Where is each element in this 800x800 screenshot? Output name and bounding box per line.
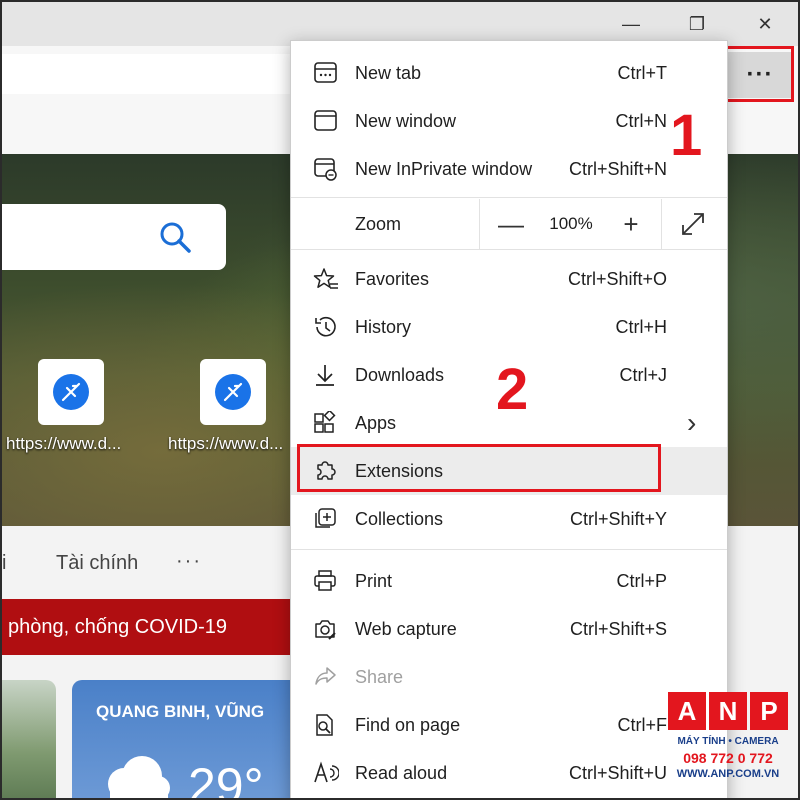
- menu-item-label: Apps: [355, 413, 397, 433]
- menu-item-share[interactable]: Share: [291, 653, 727, 701]
- logo-tagline: MÁY TÍNH • CAMERA: [677, 736, 779, 747]
- menu-item-read-aloud[interactable]: Read aloud Ctrl+Shift+U: [291, 749, 727, 797]
- zoom-level: 100%: [549, 214, 593, 233]
- menu-item-new-window[interactable]: New window Ctrl+N: [291, 97, 727, 145]
- menu-divider: [291, 549, 727, 550]
- shortcut-label: Ctrl+T: [617, 63, 668, 83]
- news-card-image[interactable]: [2, 680, 56, 798]
- new-tab-icon: [313, 61, 339, 85]
- new-window-icon: [313, 109, 339, 133]
- search-icon[interactable]: [158, 220, 192, 254]
- quick-link-tile[interactable]: [200, 359, 266, 425]
- shortcut-label: Ctrl+N: [615, 111, 667, 131]
- menu-item-label: Web capture: [355, 619, 457, 639]
- menu-item-history[interactable]: History Ctrl+H: [291, 303, 727, 351]
- menu-item-label: Print: [355, 571, 393, 591]
- logo-phone: 098 772 0 772: [683, 750, 773, 766]
- logo-letter: P: [750, 692, 788, 730]
- shortcut-label: Ctrl+Shift+O: [567, 269, 667, 289]
- menu-item-label: Find on page: [355, 715, 461, 735]
- menu-item-label: New InPrivate window: [355, 159, 533, 179]
- menu-item-find-on-page[interactable]: Find on page Ctrl+F: [291, 701, 727, 749]
- inprivate-icon: [313, 157, 339, 181]
- shortcut-label: Ctrl+H: [615, 317, 667, 337]
- menu-divider: [291, 249, 727, 250]
- favorites-star-icon: [313, 267, 339, 291]
- menu-item-label: New tab: [355, 63, 422, 83]
- weather-temperature: 29°: [188, 758, 264, 800]
- quick-link-label[interactable]: https://www.d...: [168, 434, 283, 454]
- zoom-label: Zoom: [355, 214, 402, 234]
- close-button[interactable]: ✕: [732, 2, 798, 46]
- shortcut-label: Ctrl+Shift+S: [569, 619, 667, 639]
- covid-banner[interactable]: phòng, chống COVID-19: [2, 599, 302, 655]
- nav-more-button[interactable]: ···: [176, 550, 202, 573]
- logo-letter: A: [668, 692, 706, 730]
- nav-link-finance[interactable]: Tài chính: [56, 552, 138, 575]
- annotation-box-1: [718, 46, 794, 102]
- share-icon: [313, 665, 339, 689]
- chevron-right-icon: ›: [687, 407, 697, 438]
- menu-item-new-tab[interactable]: New tab Ctrl+T: [291, 49, 727, 97]
- rain-cloud-icon: [98, 754, 174, 798]
- zoom-out-button[interactable]: —: [481, 199, 541, 249]
- quick-link-label[interactable]: https://www.d...: [6, 434, 121, 454]
- browser-window: — ❐ ✕ ··· https://www.d... https://www.d…: [0, 0, 800, 800]
- menu-item-web-capture[interactable]: Web capture Ctrl+Shift+S: [291, 605, 727, 653]
- logo-letter: N: [709, 692, 747, 730]
- web-search-box[interactable]: [2, 204, 226, 270]
- shortcut-label: Ctrl+J: [619, 365, 667, 385]
- shortcut-label: Ctrl+Shift+Y: [569, 509, 667, 529]
- site-icon: [53, 374, 89, 410]
- apps-icon: [313, 411, 339, 435]
- menu-item-label: New window: [355, 111, 457, 131]
- menu-item-favorites[interactable]: Favorites Ctrl+Shift+O: [291, 255, 727, 303]
- find-on-page-icon: [313, 713, 339, 737]
- step-number-2: 2: [496, 357, 529, 422]
- printer-icon: [313, 569, 339, 593]
- menu-divider: [291, 197, 727, 198]
- shortcut-label: Ctrl+F: [617, 715, 668, 735]
- menu-item-label: Downloads: [355, 365, 445, 385]
- shortcut-label: Ctrl+Shift+U: [568, 763, 667, 783]
- menu-item-new-inprivate-window[interactable]: New InPrivate window Ctrl+Shift+N: [291, 145, 727, 193]
- step-number-1: 1: [670, 103, 703, 168]
- web-capture-icon: [313, 617, 339, 641]
- menu-item-label: Favorites: [355, 269, 430, 289]
- anp-watermark-logo: A N P MÁY TÍNH • CAMERA 098 772 0 772 WW…: [666, 692, 790, 798]
- site-icon: [215, 374, 251, 410]
- shortcut-label: Ctrl+Shift+N: [568, 159, 667, 179]
- download-icon: [313, 363, 339, 387]
- fullscreen-icon: [682, 213, 704, 235]
- read-aloud-icon: [313, 761, 339, 785]
- fullscreen-button[interactable]: [663, 199, 723, 249]
- history-icon: [313, 315, 339, 339]
- menu-item-label: Read aloud: [355, 763, 448, 783]
- zoom-divider: [479, 199, 480, 249]
- collections-icon: [313, 507, 339, 531]
- zoom-row: Zoom — 100% +: [291, 199, 727, 249]
- weather-location: QUANG BINH, VŨNG: [96, 702, 265, 721]
- annotation-box-2: [297, 444, 661, 492]
- menu-item-print[interactable]: Print Ctrl+P: [291, 557, 727, 605]
- nav-link-partial[interactable]: i: [2, 552, 6, 575]
- address-bar[interactable]: [2, 54, 302, 94]
- menu-item-label: Share: [355, 667, 404, 687]
- shortcut-label: Ctrl+P: [616, 571, 667, 591]
- zoom-in-button[interactable]: +: [601, 199, 661, 249]
- quick-link-tile[interactable]: [38, 359, 104, 425]
- menu-item-label: History: [355, 317, 412, 337]
- logo-url: WWW.ANP.COM.VN: [676, 768, 780, 780]
- menu-item-collections[interactable]: Collections Ctrl+Shift+Y: [291, 495, 727, 543]
- zoom-divider: [661, 199, 662, 249]
- menu-item-label: Collections: [355, 509, 444, 529]
